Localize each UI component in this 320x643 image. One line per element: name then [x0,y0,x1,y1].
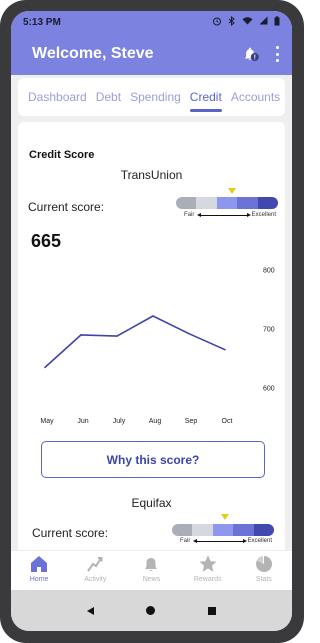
x-tick-label: July [113,418,126,425]
more-options-icon[interactable] [274,46,280,62]
transunion-score-marker [228,188,236,194]
score-range-segment [237,197,258,209]
nav-news[interactable]: News [126,554,176,583]
tab-debt[interactable]: Debt [96,86,121,108]
equifax-title: Equifax [131,496,172,510]
alarm-icon [212,16,222,29]
nav-stats[interactable]: Stats [239,554,289,583]
range-high-label: Excellent [247,538,272,544]
range-low-label: Fair [184,212,195,218]
y-tick-label: 600 [263,386,275,393]
nav-activity[interactable]: Activity [70,554,120,583]
x-tick-label: Jun [77,418,88,425]
range-arrow-icon [193,539,247,543]
notification-bell-icon[interactable] [242,45,260,63]
y-tick-label: 700 [263,327,275,334]
status-bar: 5:13 PM [11,11,292,33]
transunion-range-legend: Fair Excellent [176,211,278,221]
wifi-icon [242,16,253,28]
score-data-point [80,334,82,336]
nav-label: Rewards [193,576,222,583]
status-icons [212,15,280,29]
recent-apps-icon[interactable] [207,606,216,615]
equifax-current-label: Current score: [32,526,109,540]
section-title: Credit Score [29,149,95,161]
phone-frame: 5:13 PM Welcome, Steve Dashboard Debt Sp… [0,0,304,643]
tab-credit[interactable]: Credit [189,86,222,112]
score-range-segment [212,524,234,536]
x-tick-label: May [40,418,54,425]
score-series-line [44,315,226,368]
home-button-icon[interactable] [146,606,156,615]
y-tick-label: 800 [263,267,275,274]
nav-label: Activity [84,576,107,583]
score-data-point [224,348,226,351]
transunion-score-value: 665 [31,231,62,251]
score-range-segment [257,197,278,209]
signal-icon [259,16,268,28]
range-high-label: Excellent [251,212,276,218]
activity-icon [87,557,103,572]
score-data-point [44,366,46,369]
nav-label: Stats [255,576,272,583]
score-range-segment [172,524,193,536]
tab-spending[interactable]: Spending [130,86,181,108]
tab-dashboard[interactable]: Dashboard [28,86,87,108]
score-range-segment [192,524,213,536]
why-this-score-button[interactable]: Why this score? [41,441,265,478]
x-tick-label: Oct [222,418,233,425]
credit-score-card[interactable]: Credit Score TransUnion Current score: F… [18,122,285,567]
score-range-segment [176,197,197,209]
star-icon [199,555,217,572]
news-bell-icon [145,558,158,572]
header-actions [242,45,280,63]
score-data-point [152,315,154,317]
score-range-segment [233,524,254,536]
nav-label: News [142,576,161,583]
score-data-point [188,332,190,335]
system-navigation-bar [11,590,292,631]
x-tick-label: Sep [185,418,198,425]
transunion-score-range-bar [176,197,278,209]
tab-accounts[interactable]: Accounts [231,86,280,108]
score-range-segment [216,197,238,209]
equifax-range-legend: Fair Excellent [172,537,274,547]
bottom-navigation: Home Activity News Rewards Stats [11,550,292,590]
nav-rewards[interactable]: Rewards [183,554,233,583]
x-tick-label: Aug [149,418,162,425]
status-time: 5:13 PM [23,16,61,28]
app-header: Welcome, Steve [11,33,292,75]
range-arrow-icon [197,213,251,217]
equifax-score-range-bar [172,524,274,536]
tab-bar: Dashboard Debt Spending Credit Accounts [18,78,285,116]
page-title: Welcome, Steve [32,45,154,62]
equifax-score-marker [221,514,229,520]
range-low-label: Fair [180,538,191,544]
bluetooth-icon [228,15,236,29]
transunion-current-label: Current score: [28,200,105,214]
nav-home[interactable]: Home [14,554,64,583]
score-range-segment [253,524,274,536]
pie-icon [255,555,272,572]
home-icon [31,556,48,572]
screen: 5:13 PM Welcome, Steve Dashboard Debt Sp… [11,11,292,631]
score-data-point [116,335,118,337]
battery-icon [274,15,280,29]
nav-label: Home [29,576,49,583]
score-history-chart: 600 700 800 May Jun July Aug Sep Oct [40,267,275,425]
back-icon[interactable] [87,606,95,615]
transunion-title: TransUnion [120,168,183,182]
score-range-segment [196,197,217,209]
